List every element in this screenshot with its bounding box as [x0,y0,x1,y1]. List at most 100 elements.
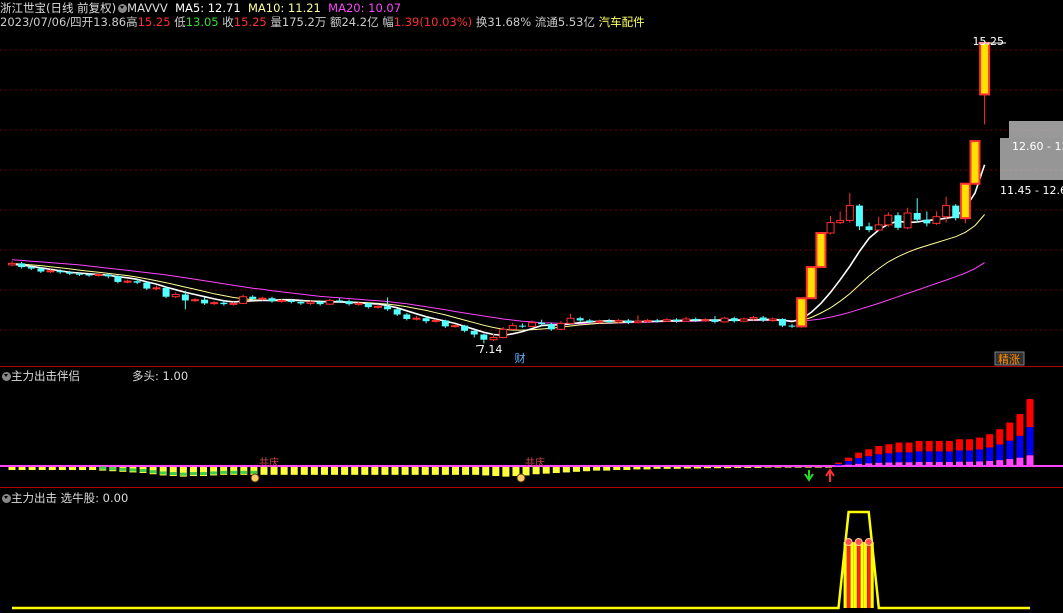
sector-label: 汽车配件 [598,15,645,29]
candle-body-down [692,318,700,321]
header-line-2: 2023/07/06/四开13.86高15.25 低13.05 收15.25 量… [0,15,645,29]
candle-body-up [614,319,623,323]
candle-body-down [923,219,931,224]
panel2-bar-neg [280,467,288,475]
panel2-bar-neg [663,467,671,469]
candle-body-down [393,309,401,315]
panel2-bar-pos-blue [885,453,893,463]
candle-body-up [354,302,363,305]
panel2-marker-0 [250,473,260,483]
price-label-low: 7.14 [478,343,503,356]
panel2-bar-pos-magenta [865,463,873,466]
panel2-bar-pos-blue [925,451,933,462]
candle-body-down [653,320,661,322]
header-line-1: 浙江世宝(日线 前复权) MAVVV MA5: 12.71 MA10: 11.21… [0,1,401,15]
panel2-bar-pos-magenta [955,461,963,466]
panel3-dropdown-icon[interactable] [2,494,11,503]
panel3-signal-stripe [843,542,847,608]
panel2-bar-neg-tip [109,467,117,471]
panel2-bar-neg [28,467,36,471]
panel2-bar-neg [58,467,66,471]
panel2-bar-neg [18,467,26,471]
panel3-signal-stripe [870,542,874,608]
panel2-bar-neg-tip [220,470,228,474]
panel2-bar-neg [552,467,560,474]
panel2-bar-neg [431,467,439,475]
panel2-bar-neg [613,467,621,471]
panel2-up-arrow [825,468,835,482]
candle-body-up [874,224,883,231]
panel2-bar-pos-blue [1026,427,1034,456]
panel2-bar-neg-tip [119,467,127,471]
panel2-bar-pos-red [996,429,1004,445]
price-label-high: 15.25 [973,35,1005,48]
panel2-bar-neg-tip [129,468,137,472]
candle-body-up [595,320,604,323]
candle-body-up [826,222,835,234]
candle-body-up [720,317,729,323]
panel2-bar-neg-tip [250,470,258,474]
panel2-bar-neg [462,467,470,475]
amount-label: 额24.2亿 [329,15,379,29]
panel2-bar-neg [724,467,732,469]
panel2-bar-pos-blue [955,450,963,462]
panel2-bar-neg [572,467,580,472]
candle-body-down [268,298,276,302]
candle-body-up [210,302,219,305]
panel2-bar-pos-blue [986,447,994,461]
panel2-bar-neg-tip [200,472,208,476]
panel2-bar-pos-magenta [1016,457,1024,466]
panel2-bar-neg [714,467,722,469]
panel2-bar-pos-red [935,440,943,452]
panel2-bar-pos-magenta [925,461,933,466]
panel2-bar-neg [451,467,459,475]
panel2-bar-neg [441,467,449,475]
panel2-bar-neg [381,467,389,475]
candle-body-down [586,320,594,322]
candle-body-up [701,319,710,322]
panel2-bar-pos-blue [1016,435,1024,458]
panel2-bar-neg [361,467,369,475]
panel2-bar-pos-magenta [976,461,984,466]
panel2-bar-neg [583,467,591,472]
low-value: 13.05 [185,15,219,29]
dropdown-icon[interactable] [118,4,128,13]
candle-body-limit-up [969,140,981,185]
panel2-bar-pos-blue [976,449,984,462]
panel2-bar-pos-blue [915,451,923,462]
candle-body-down [788,325,796,327]
candle-body-down [480,334,488,340]
panel2-bar-neg [784,467,792,468]
candle-body-down [894,215,902,228]
panel2-title: 主力出击伴侣 [11,369,80,383]
panel2-dropdown-icon[interactable] [2,372,11,381]
panel3-signal-stripe [857,542,861,608]
panel2-bar-neg [492,467,500,477]
panel2-annotation-1: 共庆 [525,456,545,469]
candle-body-up [277,299,286,302]
candle-body-down [249,296,257,299]
panel2-bar-neg [794,467,802,468]
candle-body-up [739,318,748,322]
ma10-line [11,214,985,331]
panel2-bar-pos-red [855,452,863,459]
volume-label: 量175.2万 [270,15,327,29]
candle-body-down [220,302,228,305]
panel2-bar-pos-red [955,439,963,451]
panel2-bar-neg [472,467,480,475]
candle-body-down [287,300,295,302]
candle-body-up [239,296,248,304]
candle-body-limit-up [979,41,991,96]
panel2-bar-neg [653,467,661,469]
panel2-marker-1 [516,473,526,483]
candle-body-down [547,324,555,330]
candle-body-up [94,274,103,276]
panel2-bar-neg [744,467,752,468]
candle-body-up [450,325,459,328]
candle-body-limit-up [959,182,971,220]
panel3-signal-stripe [850,542,854,608]
panel2-bar-pos-blue [895,452,903,463]
panel2-bar-pos-blue [865,456,873,464]
panel2-bar-pos-blue [834,464,842,466]
candle-body-down [605,321,613,323]
